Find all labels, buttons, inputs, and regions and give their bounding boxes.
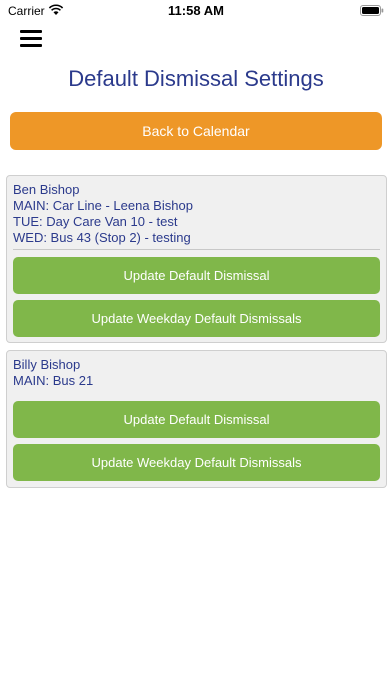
dismissal-main: MAIN: Bus 21: [13, 373, 94, 388]
dismissal-wed: WED: Bus 43 (Stop 2) - testing: [13, 230, 191, 245]
student-name: Ben Bishop: [13, 182, 80, 197]
status-bar: Carrier 11:58 AM: [0, 0, 392, 22]
menu-icon[interactable]: [20, 30, 42, 48]
student-card: Billy Bishop MAIN: Bus 21 Update Default…: [6, 350, 387, 488]
dismissal-main: MAIN: Car Line - Leena Bishop: [13, 198, 193, 213]
battery-icon: [360, 5, 384, 16]
card-divider: [13, 249, 380, 250]
update-default-dismissal-button[interactable]: Update Default Dismissal: [13, 401, 380, 438]
dismissal-tue: TUE: Day Care Van 10 - test: [13, 214, 178, 229]
clock: 11:58 AM: [168, 3, 224, 18]
update-weekday-dismissals-button[interactable]: Update Weekday Default Dismissals: [13, 300, 380, 337]
back-to-calendar-button[interactable]: Back to Calendar: [10, 112, 382, 150]
student-name: Billy Bishop: [13, 357, 81, 372]
update-default-dismissal-button[interactable]: Update Default Dismissal: [13, 257, 380, 294]
page-title: Default Dismissal Settings: [68, 66, 324, 91]
update-weekday-dismissals-button[interactable]: Update Weekday Default Dismissals: [13, 444, 380, 481]
student-card: Ben Bishop MAIN: Car Line - Leena Bishop…: [6, 175, 387, 343]
